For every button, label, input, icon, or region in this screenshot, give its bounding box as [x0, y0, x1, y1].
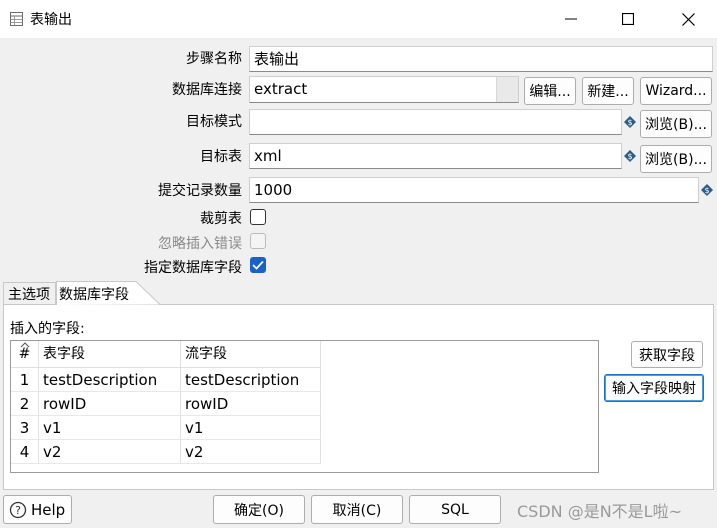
- tab-main-options[interactable]: 主选项: [3, 282, 56, 304]
- fields-table[interactable]: # 表字段 流字段 1 testDescription testDescript…: [10, 340, 599, 473]
- variable-icon: $: [624, 150, 636, 162]
- svg-text:?: ?: [15, 504, 21, 517]
- svg-text:$: $: [627, 152, 632, 161]
- minimize-button[interactable]: [543, 0, 599, 38]
- close-icon: [681, 12, 695, 26]
- table-field-cell[interactable]: rowID: [39, 392, 181, 416]
- row-number: 1: [11, 368, 39, 392]
- ignore-errors-checkbox[interactable]: [250, 233, 266, 249]
- row-number: 3: [11, 416, 39, 440]
- get-fields-button[interactable]: 获取字段: [631, 341, 703, 368]
- tab-database-fields-label: 数据库字段: [59, 287, 129, 303]
- row-number: 4: [11, 440, 39, 464]
- stream-field-cell[interactable]: v1: [181, 416, 321, 440]
- target-table-label: 目标表: [200, 149, 242, 165]
- variable-icon: $: [701, 184, 713, 196]
- checkmark-icon: [252, 260, 264, 270]
- sort-indicator-icon: [20, 342, 30, 348]
- cancel-button[interactable]: 取消(C): [311, 495, 403, 524]
- map-input-fields-button[interactable]: 输入字段映射: [604, 374, 704, 402]
- help-button[interactable]: ? Help: [3, 495, 72, 524]
- truncate-checkbox[interactable]: [250, 209, 266, 225]
- commit-size-input[interactable]: 1000: [249, 177, 699, 203]
- db-connection-label: 数据库连接: [172, 82, 242, 98]
- table-output-icon: [10, 12, 23, 26]
- close-button[interactable]: [660, 0, 716, 38]
- row-number: 2: [11, 392, 39, 416]
- truncate-label: 裁剪表: [200, 211, 242, 227]
- watermark-text: CSDN @是N不是L啦~: [517, 502, 682, 521]
- svg-text:$: $: [704, 186, 709, 195]
- insert-fields-label: 插入的字段:: [10, 321, 85, 337]
- table-field-cell[interactable]: v1: [39, 416, 181, 440]
- sql-button[interactable]: SQL: [409, 495, 501, 524]
- db-connection-value: extract: [254, 80, 308, 98]
- target-table-input[interactable]: xml: [249, 143, 622, 169]
- table-field-cell[interactable]: v2: [39, 440, 181, 464]
- tab-database-fields[interactable]: 数据库字段: [56, 281, 166, 305]
- svg-text:$: $: [627, 118, 632, 127]
- commit-size-label: 提交记录数量: [158, 183, 242, 199]
- help-icon: ?: [9, 501, 27, 518]
- table-field-cell[interactable]: testDescription: [39, 368, 181, 392]
- table-row[interactable]: 1 testDescription testDescription: [11, 368, 598, 392]
- specify-fields-label: 指定数据库字段: [144, 260, 242, 276]
- specify-fields-checkbox[interactable]: [250, 257, 266, 273]
- edit-connection-button[interactable]: 编辑...: [524, 77, 576, 105]
- ignore-errors-label: 忽略插入错误: [158, 236, 242, 252]
- wizard-button[interactable]: Wizard...: [640, 77, 712, 105]
- stream-field-cell[interactable]: v2: [181, 440, 321, 464]
- dropdown-arrow[interactable]: [496, 77, 518, 102]
- window-title: 表输出: [30, 12, 72, 28]
- column-header-stream-field[interactable]: 流字段: [181, 341, 321, 368]
- browse-schema-button[interactable]: 浏览(B)...: [640, 110, 712, 138]
- table-row[interactable]: 3 v1 v1: [11, 416, 598, 440]
- db-connection-select[interactable]: extract: [249, 76, 519, 103]
- stream-field-cell[interactable]: testDescription: [181, 368, 321, 392]
- minimize-icon: [565, 18, 577, 20]
- target-schema-input[interactable]: [249, 109, 622, 135]
- column-header-table-field[interactable]: 表字段: [39, 341, 181, 368]
- help-label: Help: [31, 500, 66, 519]
- title-bar: 表输出: [0, 0, 717, 38]
- step-name-input[interactable]: 表输出: [249, 46, 713, 72]
- browse-table-button[interactable]: 浏览(B)...: [640, 145, 712, 173]
- new-connection-button[interactable]: 新建...: [582, 77, 634, 105]
- variable-icon: $: [624, 116, 636, 128]
- step-name-label: 步骤名称: [186, 51, 242, 67]
- maximize-icon: [622, 13, 634, 25]
- table-row[interactable]: 2 rowID rowID: [11, 392, 598, 416]
- maximize-button[interactable]: [600, 0, 656, 38]
- target-schema-label: 目标模式: [186, 114, 242, 130]
- stream-field-cell[interactable]: rowID: [181, 392, 321, 416]
- table-row[interactable]: 4 v2 v2: [11, 440, 598, 464]
- ok-button[interactable]: 确定(O): [213, 495, 305, 524]
